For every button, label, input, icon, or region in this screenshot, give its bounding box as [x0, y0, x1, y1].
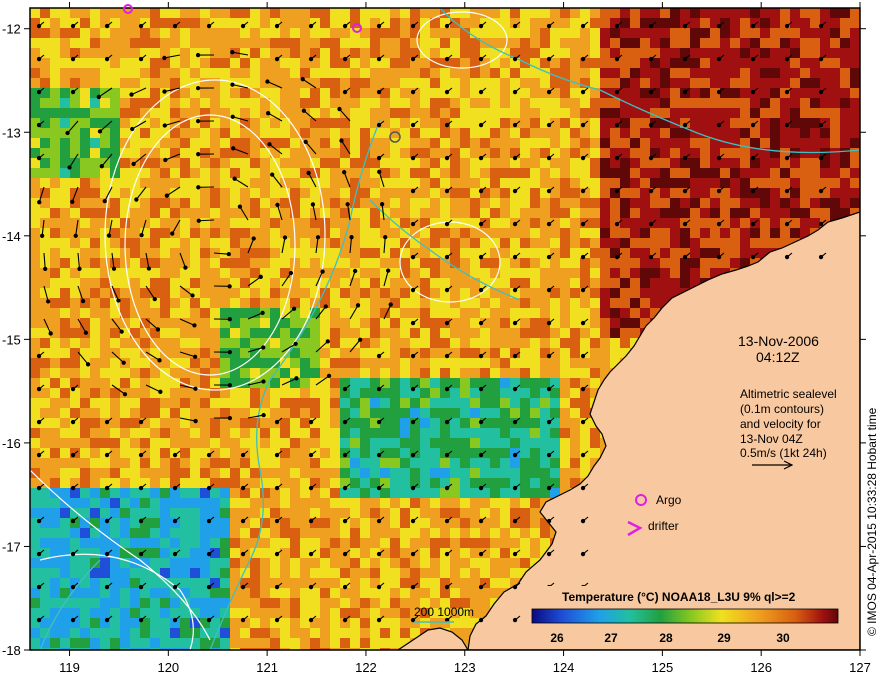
depth-legend-label: 200 1000m	[414, 605, 474, 619]
argo-legend-label: Argo	[656, 493, 682, 507]
desc-line-3: and velocity for	[740, 417, 821, 431]
sst-map: 119 120 121 122 123 124 125 126 127 -12 -13 -14 -15 -…	[2, 2, 879, 675]
credit-label: © IMOS 04-Apr-2015 10:33:28 Hobart time	[865, 407, 879, 636]
lat-tick-label: -17	[2, 539, 21, 554]
desc-line-2: (0.1m contours)	[740, 402, 824, 416]
colorbar-tick-label: 27	[604, 631, 618, 645]
lat-tick-label: -18	[2, 643, 21, 658]
lon-tick-label: 125	[652, 660, 674, 675]
lat-tick-label: -14	[2, 229, 21, 244]
lat-tick-label: -13	[2, 125, 21, 140]
time-label: 04:12Z	[756, 349, 800, 365]
lat-tick-label: -15	[2, 332, 21, 347]
colorbar-tick-label: 26	[550, 631, 564, 645]
lon-tick-label: 127	[849, 660, 871, 675]
lon-tick-label: 121	[256, 660, 278, 675]
colorbar	[531, 608, 839, 624]
lon-tick-label: 122	[355, 660, 377, 675]
lon-tick-label: 123	[454, 660, 476, 675]
lon-tick-label: 124	[553, 660, 575, 675]
desc-line-4: 13-Nov 04Z	[740, 432, 803, 446]
lon-tick-label: 126	[750, 660, 772, 675]
date-label: 13-Nov-2006	[738, 333, 819, 349]
drifter-legend-label: drifter	[648, 519, 679, 533]
colorbar-tick-label: 29	[717, 631, 731, 645]
lat-tick-label: -16	[2, 436, 21, 451]
colorbar-tick-label: 28	[659, 631, 673, 645]
lon-tick-label: 120	[157, 660, 179, 675]
lat-tick-label: -12	[2, 22, 21, 37]
desc-line-5: 0.5m/s (1kt 24h)	[740, 446, 827, 460]
colorbar-tick-label: 30	[776, 631, 790, 645]
desc-line-1: Altimetric sealevel	[740, 387, 837, 401]
lon-tick-label: 119	[59, 660, 80, 675]
colorbar-title: Temperature (°C) NOAA18_L3U 9% ql>=2	[562, 590, 796, 604]
